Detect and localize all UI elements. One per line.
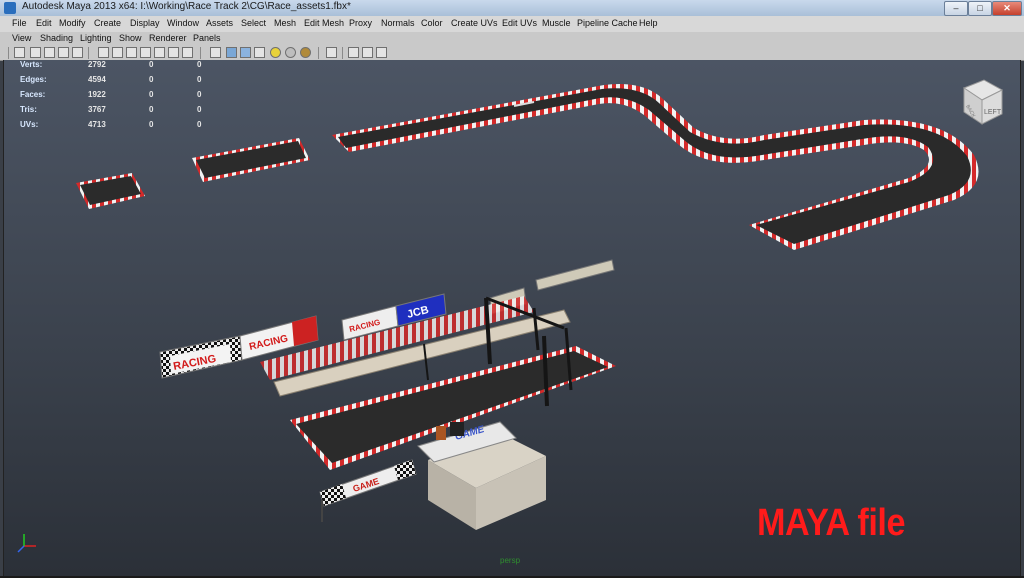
safe-title-icon[interactable] [182, 47, 193, 58]
view-cube[interactable]: LEFT BACK [954, 74, 1010, 130]
vp-menu-shading[interactable]: Shading [40, 33, 73, 43]
billboard-racing-1[interactable]: RACING [159, 335, 243, 379]
smooth-shade-icon[interactable] [226, 47, 237, 58]
isolate-select-icon[interactable] [326, 47, 337, 58]
menu-edit-uvs[interactable]: Edit UVs [502, 18, 537, 28]
xray-components-icon[interactable] [376, 47, 387, 58]
close-button[interactable]: ✕ [992, 1, 1022, 16]
menu-create-uvs[interactable]: Create UVs [451, 18, 498, 28]
perspective-viewport[interactable]: Verts: 2792 0 0 Edges: 4594 0 0 Faces: 1… [3, 60, 1021, 576]
viewport-menu-bar: View Shading Lighting Show Renderer Pane… [0, 32, 1024, 46]
safe-action-icon[interactable] [168, 47, 179, 58]
menu-create[interactable]: Create [94, 18, 121, 28]
toolbar-separator [8, 47, 9, 59]
menu-edit[interactable]: Edit [36, 18, 52, 28]
film-gate-icon[interactable] [112, 47, 123, 58]
menu-modify[interactable]: Modify [59, 18, 86, 28]
menu-pipeline-cache[interactable]: Pipeline Cache [577, 18, 638, 28]
minimize-button[interactable]: – [944, 1, 968, 16]
grid-icon[interactable] [98, 47, 109, 58]
resolution-gate-icon[interactable] [126, 47, 137, 58]
menu-edit-mesh[interactable]: Edit Mesh [304, 18, 344, 28]
menu-normals[interactable]: Normals [381, 18, 415, 28]
shadows-icon[interactable] [285, 47, 296, 58]
wireframe-on-shaded-icon[interactable] [240, 47, 251, 58]
maya-file-watermark: MAYA file [757, 502, 906, 544]
use-all-lights-icon[interactable] [270, 47, 281, 58]
select-camera-icon[interactable] [14, 47, 25, 58]
track-curved-long[interactable] [332, 84, 979, 250]
maximize-button[interactable]: □ [968, 1, 992, 16]
menu-proxy[interactable]: Proxy [349, 18, 372, 28]
wireframe-icon[interactable] [210, 47, 221, 58]
vp-menu-panels[interactable]: Panels [193, 33, 221, 43]
xray-icon[interactable] [348, 47, 359, 58]
title-bar: Autodesk Maya 2013 x64: I:\Working\Race … [0, 0, 1024, 17]
camera-attributes-icon[interactable] [30, 47, 41, 58]
gate-mask-icon[interactable] [140, 47, 151, 58]
vp-menu-show[interactable]: Show [119, 33, 142, 43]
image-plane-icon[interactable] [58, 47, 69, 58]
view-cube-left-face: LEFT [984, 109, 1002, 116]
camera-name-label: persp [500, 556, 521, 565]
main-menu-bar: File Edit Modify Create Display Window A… [0, 16, 1024, 33]
vp-menu-renderer[interactable]: Renderer [149, 33, 187, 43]
menu-display[interactable]: Display [130, 18, 160, 28]
track-segment-small[interactable] [76, 173, 145, 209]
vp-menu-view[interactable]: View [12, 33, 31, 43]
vp-menu-lighting[interactable]: Lighting [80, 33, 112, 43]
menu-mesh[interactable]: Mesh [274, 18, 296, 28]
game-banner[interactable]: GAME [319, 459, 417, 522]
menu-color[interactable]: Color [421, 18, 443, 28]
two-d-pan-icon[interactable] [72, 47, 83, 58]
bookmarks-icon[interactable] [44, 47, 55, 58]
menu-help[interactable]: Help [639, 18, 658, 28]
axis-indicator-icon [17, 534, 36, 553]
toolbar-separator [318, 47, 319, 59]
maya-app-icon [4, 2, 16, 14]
window-title: Autodesk Maya 2013 x64: I:\Working\Race … [22, 1, 351, 12]
toolbar-separator [342, 47, 343, 59]
high-quality-icon[interactable] [300, 47, 311, 58]
pit-building[interactable]: GAME [417, 421, 546, 530]
textured-icon[interactable] [254, 47, 265, 58]
viewport-toolbar [0, 46, 1024, 61]
menu-file[interactable]: File [12, 18, 27, 28]
track-segment-medium[interactable] [192, 138, 310, 182]
menu-select[interactable]: Select [241, 18, 266, 28]
menu-window[interactable]: Window [167, 18, 199, 28]
toolbar-separator [88, 47, 89, 59]
xray-joints-icon[interactable] [362, 47, 373, 58]
field-chart-icon[interactable] [154, 47, 165, 58]
scene-render: RACING RACING RACING JCB GAME GAME [76, 84, 979, 530]
menu-muscle[interactable]: Muscle [542, 18, 571, 28]
toolbar-separator [200, 47, 201, 59]
menu-assets[interactable]: Assets [206, 18, 233, 28]
